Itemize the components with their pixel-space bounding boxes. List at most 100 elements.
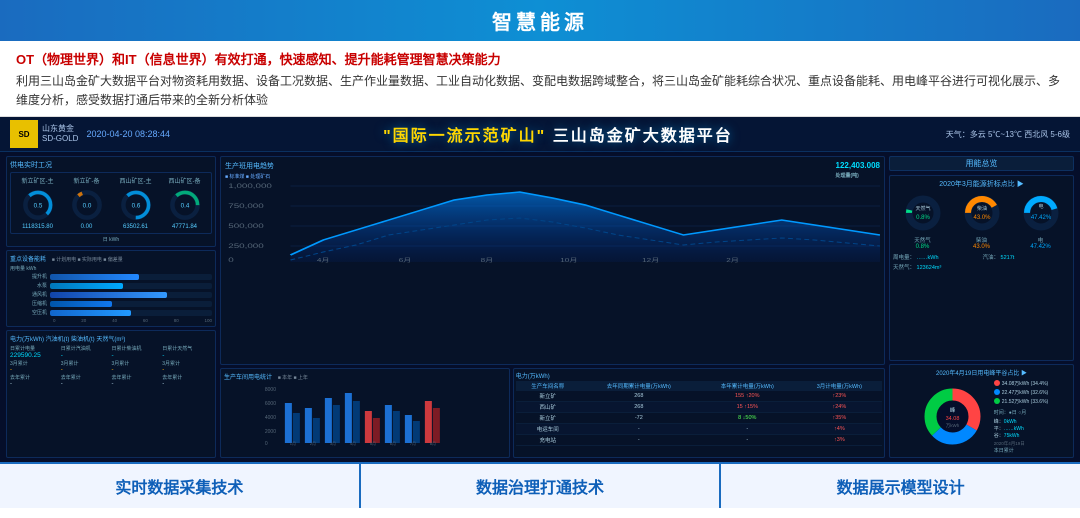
energy-cell-11: 去年累计 - bbox=[112, 374, 162, 387]
energy-cell-3: 日累计柴油机 - bbox=[112, 345, 162, 359]
donut-oil-svg: 柴油 43.0% bbox=[961, 192, 1003, 234]
table-row: 西山矿 268 15 ↑15% ↑24% bbox=[516, 402, 882, 413]
svg-text:6000: 6000 bbox=[265, 401, 276, 407]
equipment-bar-chart: 重点设备能耗 ■ 计划用电 ■ 实际用电 ■ 偏差量 用电量 kWh 提升机 水… bbox=[6, 250, 216, 327]
energy-cell-1: 日累计电量 229590.25 bbox=[10, 345, 60, 359]
peak-valley-svg: 峰 34.08 万kWh bbox=[915, 379, 990, 454]
section-label: 用能总览 bbox=[889, 156, 1074, 171]
donuts-row: 天然气 0.8% 天然气 0.8% 柴油 43.0% bbox=[893, 192, 1070, 250]
center-bottom-row: 生产车间用电统计 ■ 本年 ■ 上年 8000 6000 4000 2000 0 bbox=[220, 368, 885, 458]
col-chart-title: 生产车间用电统计 bbox=[224, 375, 272, 381]
bar-item-1: 提升机 bbox=[10, 273, 212, 280]
energy-cell-4: 日累计天然气 - bbox=[162, 345, 212, 359]
svg-text:2月: 2月 bbox=[310, 441, 316, 446]
svg-text:0.6: 0.6 bbox=[131, 203, 140, 210]
svg-text:0.8%: 0.8% bbox=[916, 215, 930, 221]
footer-item-3[interactable]: 数据展示模型设计 bbox=[721, 464, 1080, 508]
svg-text:0.5: 0.5 bbox=[33, 203, 42, 210]
energy-cell-7: 3月累计 - bbox=[112, 360, 162, 373]
dashboard-datetime: 2020-04-20 08:28:44 bbox=[86, 129, 170, 139]
svg-text:4000: 4000 bbox=[265, 415, 276, 421]
svg-text:0.4: 0.4 bbox=[180, 203, 189, 210]
donut-electric: 电 47.42% 电 47.42% bbox=[1020, 192, 1062, 250]
gauge-2: 新立矿-备 0.0 0.00 bbox=[63, 176, 110, 230]
svg-text:0: 0 bbox=[265, 441, 268, 447]
table-row: 新立矿 -72 8 ↓50% ↑35% bbox=[516, 413, 882, 424]
energy-cell-10: 去年累计 - bbox=[61, 374, 111, 387]
bar-xaxis: 0 20 40 60 80 100 bbox=[10, 318, 212, 323]
peak-valley-title: 2020年4月19日用电峰平谷占比 ▶ bbox=[936, 368, 1027, 377]
footer-item-2[interactable]: 数据治理打通技术 bbox=[361, 464, 722, 508]
svg-text:1月: 1月 bbox=[290, 441, 296, 446]
footer-label-1: 实时数据采集技术 bbox=[115, 474, 243, 498]
peak-valley-row: 峰 34.08 万kWh 34.08万kWh (34.4%) bbox=[915, 379, 1048, 454]
area-chart: 生产班用电趋势 ■ 标准煤 ■ 处理矿石 122,403.008处理量(吨) 1… bbox=[220, 156, 885, 365]
svg-text:8月: 8月 bbox=[481, 258, 494, 264]
donut-electric-svg: 电 47.42% bbox=[1020, 192, 1062, 234]
dashboard-logo: SD 山东黄金SD-GOLD bbox=[10, 120, 78, 148]
right-donut-section: 2020年3月能源折标点比 ▶ 天然气 0.8% 天然气 0.8% bbox=[889, 175, 1074, 361]
donut-oil: 柴油 43.0% 柴油 43.0% bbox=[961, 192, 1003, 250]
comparison-table: 生产车间名称 去年同期累计电量(万kWh) 本年累计电量(万kWh) 3月计电量… bbox=[516, 381, 882, 446]
gauge-svg-1: 0.5 bbox=[20, 187, 56, 223]
svg-text:1,000,000: 1,000,000 bbox=[228, 183, 272, 190]
svg-text:6月: 6月 bbox=[399, 258, 412, 264]
svg-text:250,000: 250,000 bbox=[228, 243, 264, 250]
svg-text:峰: 峰 bbox=[950, 406, 956, 414]
svg-text:天然气: 天然气 bbox=[915, 205, 930, 212]
svg-text:2000: 2000 bbox=[265, 429, 276, 435]
svg-text:8月: 8月 bbox=[430, 441, 436, 446]
column-chart: 生产车间用电统计 ■ 本年 ■ 上年 8000 6000 4000 2000 0 bbox=[220, 368, 510, 458]
gauge-1: 新立矿区-主 0.5 1118315.80 bbox=[14, 176, 61, 230]
energy-cell-9: 去年累计 - bbox=[10, 374, 60, 387]
svg-text:34.08: 34.08 bbox=[945, 416, 959, 422]
svg-text:4月: 4月 bbox=[317, 258, 330, 264]
table-row: 充电站 - - ↑3% bbox=[516, 435, 882, 446]
gauge-3: 西山矿区-主 0.6 63502.61 bbox=[112, 176, 159, 230]
area-chart-svg: 1,000,000 750,000 500,000 250,000 0 bbox=[225, 180, 880, 265]
svg-text:12月: 12月 bbox=[642, 258, 659, 264]
bar-item-2: 水泵 bbox=[10, 282, 212, 289]
description-section: OT（物理世界）和IT（信息世界）有效打通，快速感知、提升能耗管理智慧决策能力 … bbox=[0, 41, 1080, 117]
svg-text:0: 0 bbox=[228, 257, 234, 264]
description-bold: OT（物理世界）和IT（信息世界）有效打通，快速感知、提升能耗管理智慧决策能力 bbox=[16, 49, 1064, 68]
svg-text:2月: 2月 bbox=[726, 258, 739, 264]
bar-item-5: 空压机 bbox=[10, 309, 212, 316]
table-row: 电运车间 - - ↑4% bbox=[516, 424, 882, 435]
donut-gas-svg: 天然气 0.8% bbox=[902, 192, 944, 234]
footer-label-2: 数据治理打通技术 bbox=[476, 474, 604, 498]
gauge-svg-2: 0.0 bbox=[69, 187, 105, 223]
footer: 实时数据采集技术 数据治理打通技术 数据展示模型设计 bbox=[0, 462, 1080, 508]
energy-cell-5: 3月累计 - bbox=[10, 360, 60, 373]
title-main: 三山岛金矿大数据平台 bbox=[553, 128, 733, 145]
left-panel: 供电实时工况 新立矿区-主 0.5 1118315.80 新 bbox=[6, 156, 216, 458]
svg-text:3月: 3月 bbox=[330, 441, 336, 446]
col-chart-svg: 8000 6000 4000 2000 0 bbox=[224, 383, 506, 448]
description-normal: 利用三山岛金矿大数据平台对物资耗用数据、设备工况数据、生产作业量数据、工业自动化… bbox=[16, 72, 1064, 110]
gauge-svg-4: 0.4 bbox=[167, 187, 203, 223]
footer-label-3: 数据展示模型设计 bbox=[837, 474, 965, 498]
bar-chart-title: 重点设备能耗 bbox=[10, 257, 46, 263]
dashboard-topbar: SD 山东黄金SD-GOLD 2020-04-20 08:28:44 "国际一流… bbox=[0, 117, 1080, 152]
right-panel: 用能总览 2020年3月能源折标点比 ▶ 天然气 0.8% 天然气 0.8% bbox=[889, 156, 1074, 458]
logo-text: 山东黄金SD-GOLD bbox=[42, 124, 78, 145]
area-chart-title: 生产班用电趋势 bbox=[225, 161, 274, 171]
dashboard-title: "国际一流示范矿山" 三山岛金矿大数据平台 bbox=[170, 122, 946, 146]
page-header: 智慧能源 bbox=[0, 0, 1080, 41]
dashboard-weather: 天气：多云 5℃~13℃ 西北风 5-6级 bbox=[946, 129, 1070, 140]
gauges-title: 供电实时工况 bbox=[10, 160, 212, 170]
peak-valley-section: 2020年4月19日用电峰平谷占比 ▶ 峰 34.08 万kWh bbox=[889, 364, 1074, 458]
svg-text:7月: 7月 bbox=[410, 441, 416, 446]
svg-text:500,000: 500,000 bbox=[228, 223, 264, 230]
dashboard-main: 供电实时工况 新立矿区-主 0.5 1118315.80 新 bbox=[0, 152, 1080, 462]
gauges-row: 新立矿区-主 0.5 1118315.80 新立矿-备 bbox=[10, 172, 212, 234]
table-row: 新立矿 268 155 ↑20% ↑23% bbox=[516, 391, 882, 402]
footer-item-1[interactable]: 实时数据采集技术 bbox=[0, 464, 361, 508]
energy-cell-2: 日累计汽油机 - bbox=[61, 345, 111, 359]
svg-text:6月: 6月 bbox=[390, 441, 396, 446]
energy-proportion-title: 2020年3月能源折标点比 ▶ bbox=[893, 179, 1070, 189]
gauge-svg-3: 0.6 bbox=[118, 187, 154, 223]
bar-item-3: 通风机 bbox=[10, 291, 212, 298]
dashboard: SD 山东黄金SD-GOLD 2020-04-20 08:28:44 "国际一流… bbox=[0, 117, 1080, 462]
energy-cell-8: 3月累计 - bbox=[162, 360, 212, 373]
